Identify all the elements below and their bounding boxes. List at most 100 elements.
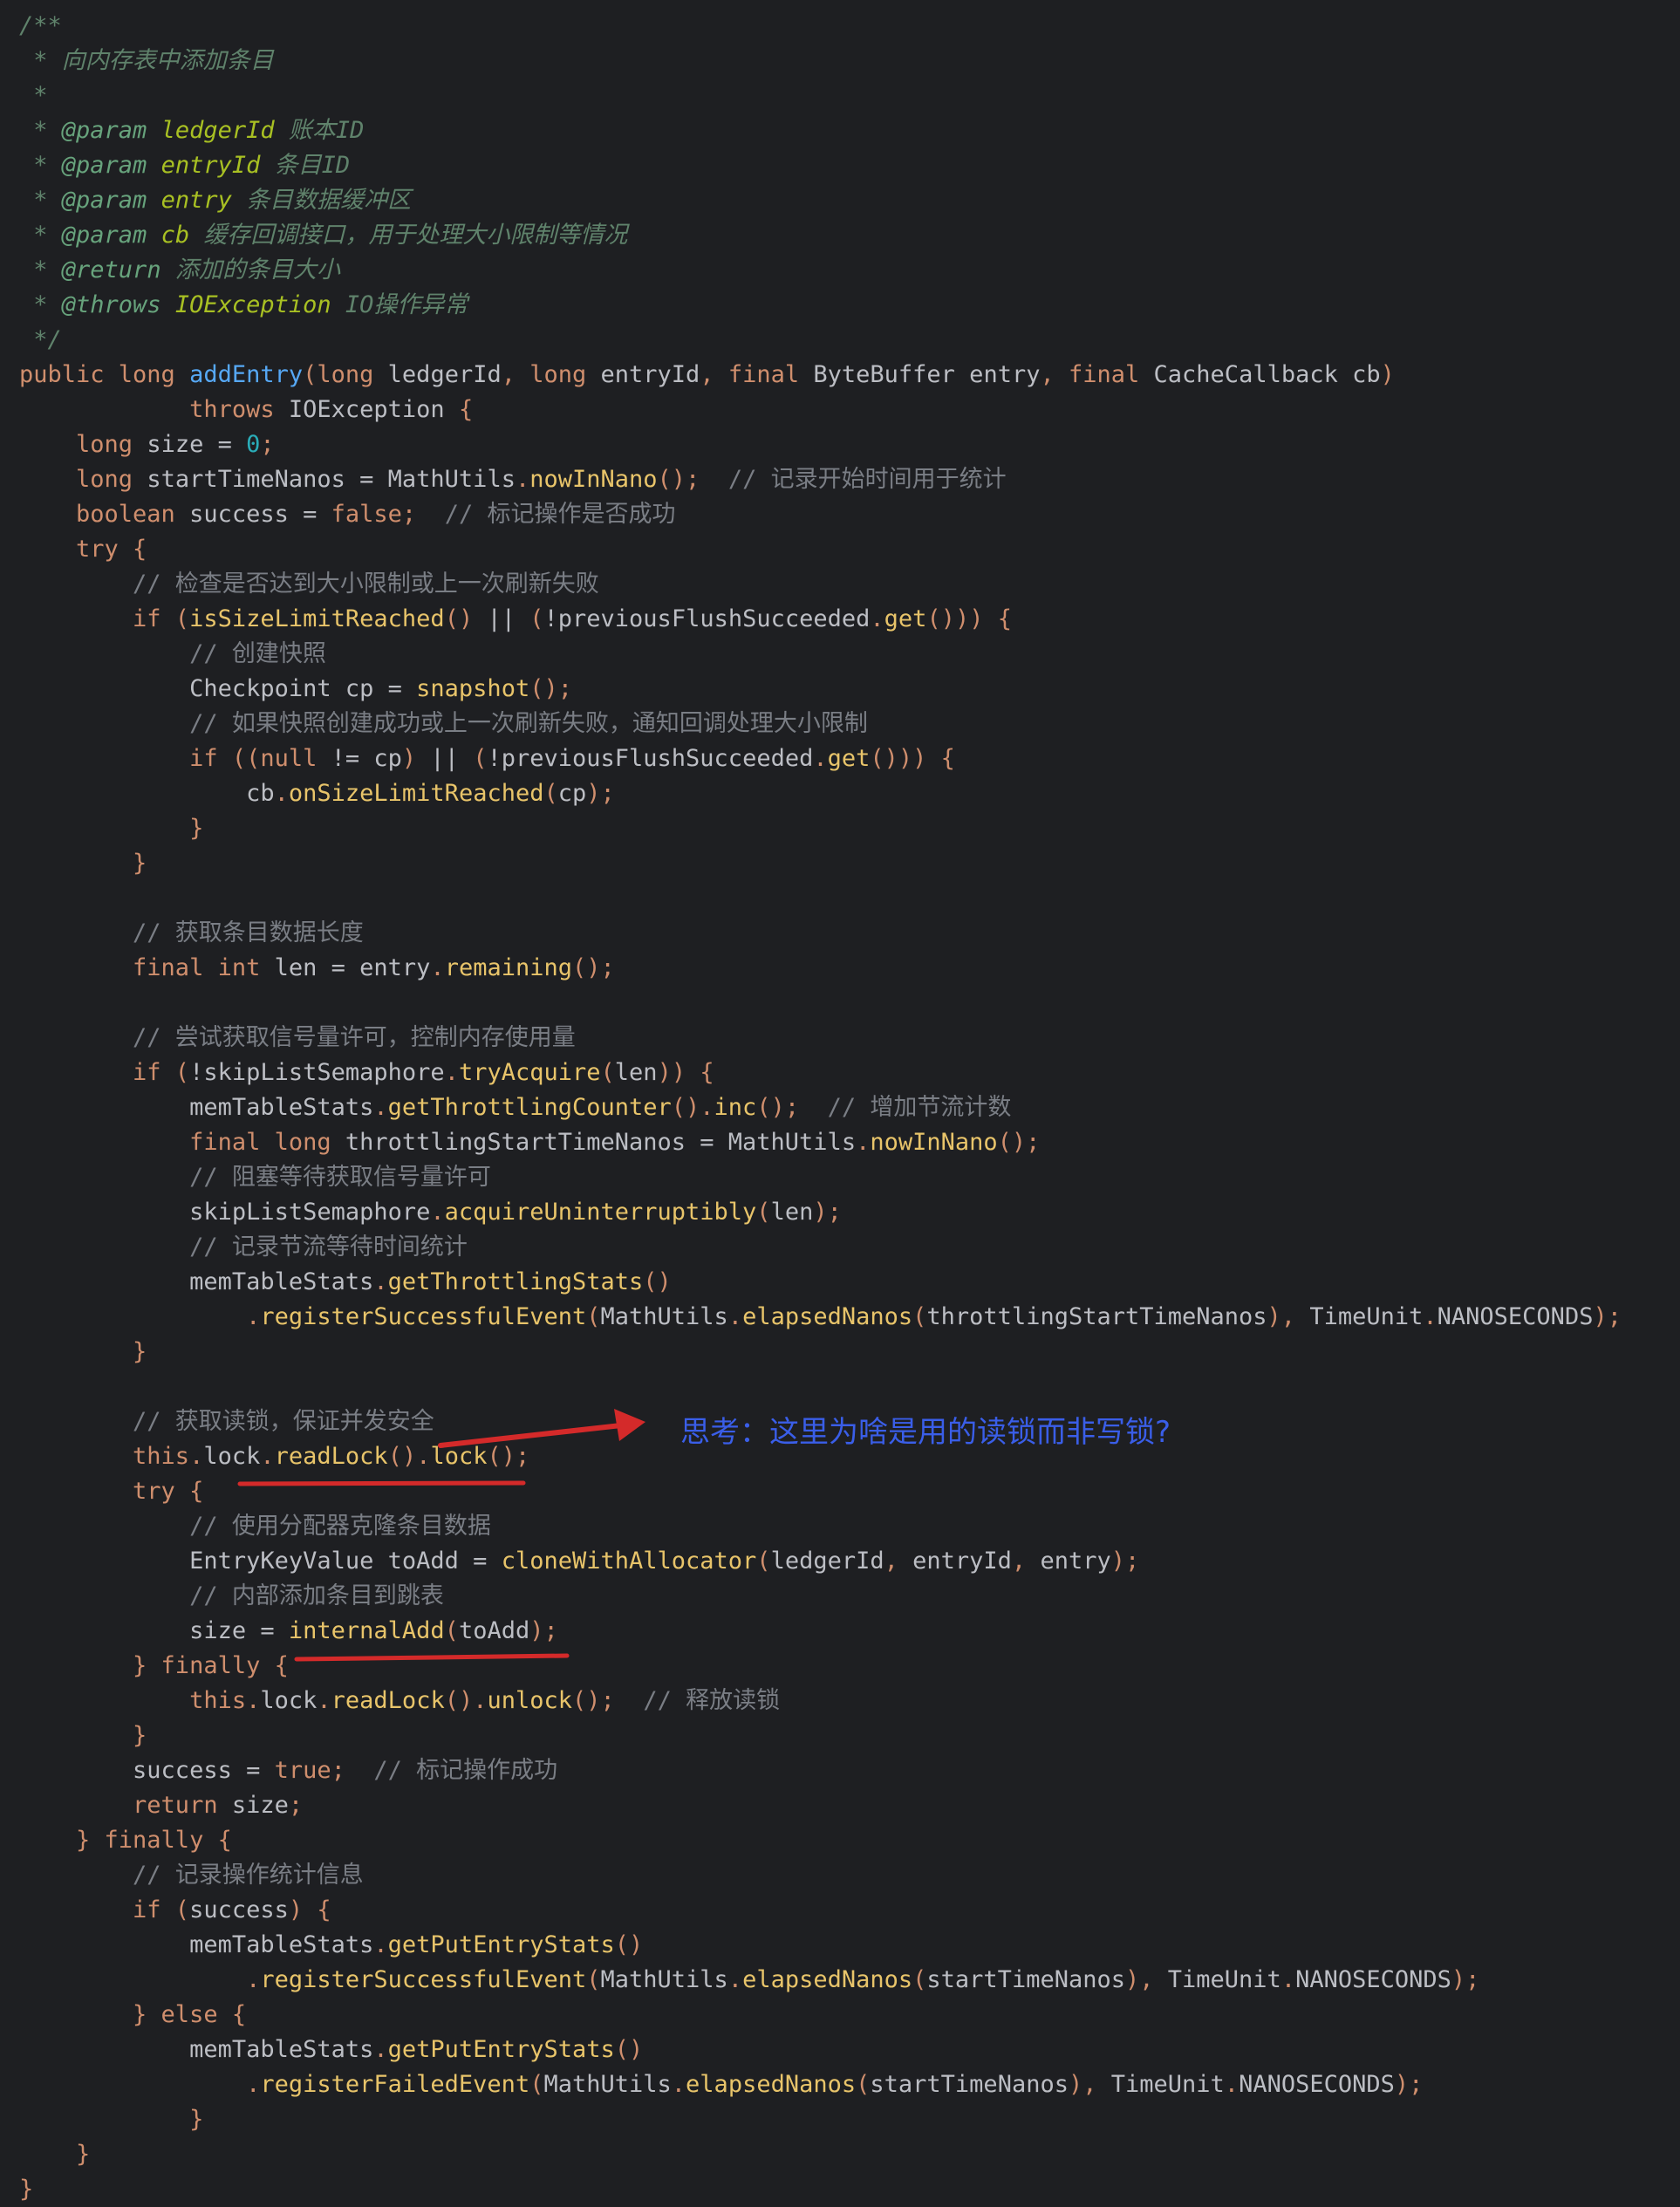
code-token: // 记录开始时间用于统计	[700, 466, 1007, 493]
code-token: *	[19, 117, 62, 144]
code-line: * @param entry 条目数据缓冲区	[19, 183, 1622, 218]
code-token: TimeUnit	[1110, 2071, 1225, 2098]
code-token: readLock	[331, 1687, 445, 1714]
code-token: .	[444, 1059, 459, 1086]
code-line: /**	[19, 9, 1622, 44]
code-line: * @param ledgerId 账本ID	[19, 113, 1622, 148]
code-token: ledgerId	[147, 117, 275, 144]
code-token: snapshot	[416, 675, 530, 702]
code-token: .	[813, 745, 828, 772]
code-token: ()	[643, 1268, 672, 1295]
code-token: entry	[147, 187, 232, 214]
code-line: if (isSizeLimitReached() || (!previousFl…	[19, 602, 1622, 637]
code-token: acquireUninterruptibly	[444, 1199, 757, 1226]
code-line: memTableStats.getPutEntryStats()	[19, 2033, 1622, 2067]
code-token: long	[19, 466, 147, 493]
code-token: ,	[1011, 1548, 1041, 1575]
code-token: .	[260, 1443, 275, 1470]
code-token: !previousFlushSucceeded	[487, 745, 814, 772]
code-token: registerFailedEvent	[260, 2071, 530, 2098]
code-line: success = true; // 标记操作成功	[19, 1753, 1622, 1788]
code-token: size =	[19, 1617, 289, 1644]
code-token: get	[884, 605, 927, 632]
code-token: .	[373, 1094, 388, 1121]
code-token: unlock	[487, 1687, 573, 1714]
code-token: if ((null	[19, 745, 331, 772]
code-token: *	[19, 82, 48, 109]
code-line: }	[19, 2102, 1622, 2137]
code-token: ledgerId	[770, 1548, 884, 1575]
code-block[interactable]: /** * 向内存表中添加条目 * * @param ledgerId 账本ID…	[19, 9, 1622, 2207]
code-line: * 向内存表中添加条目	[19, 44, 1622, 79]
code-line: try {	[19, 532, 1622, 567]
code-token: *	[19, 256, 62, 284]
code-token: public long	[19, 361, 190, 388]
code-token: }	[19, 850, 147, 877]
code-token: ),	[1068, 2071, 1111, 2098]
code-token: if (	[19, 1896, 190, 1923]
code-line: .registerFailedEvent(MathUtils.elapsedNa…	[19, 2067, 1622, 2102]
code-line: * @param cb 缓存回调接口，用于处理大小限制等情况	[19, 218, 1622, 253]
code-token: throttlingStartTimeNanos = MathUtils	[345, 1129, 857, 1156]
code-token: ().	[671, 1094, 714, 1121]
code-token: !skipListSemaphore	[189, 1059, 445, 1086]
code-token: // 内部添加条目到跳表	[19, 1582, 444, 1609]
code-line: // 检查是否达到大小限制或上一次刷新失败	[19, 567, 1622, 602]
code-token: (	[856, 2071, 871, 2098]
code-token: len	[614, 1059, 658, 1086]
code-token: entryId	[600, 361, 700, 388]
code-token: try {	[19, 1478, 204, 1505]
code-line: * @return 添加的条目大小	[19, 253, 1622, 288]
code-token: } else {	[19, 2001, 247, 2028]
code-token: false;	[331, 501, 417, 528]
code-token: }	[19, 2106, 204, 2133]
code-token: );	[1593, 1303, 1622, 1330]
code-token: ()	[614, 2036, 644, 2063]
code-token: (	[543, 780, 558, 807]
code-token: .	[373, 2036, 388, 2063]
annotation-note: 思考：这里为啥是用的读锁而非写锁?	[680, 1415, 1171, 1450]
code-token: .	[19, 1303, 261, 1330]
code-token: readLock	[274, 1443, 388, 1470]
code-line: if (success) {	[19, 1893, 1622, 1928]
code-token: // 标记操作成功	[345, 1757, 558, 1784]
code-line: skipListSemaphore.acquireUninterruptibly…	[19, 1195, 1622, 1230]
code-token: final long	[19, 1129, 345, 1156]
code-token: // 释放读锁	[614, 1687, 781, 1714]
code-token: (	[303, 361, 318, 388]
code-token: elapsedNanos	[686, 2071, 857, 2098]
code-editor[interactable]: /** * 向内存表中添加条目 * * @param ledgerId 账本ID…	[0, 0, 1680, 2203]
code-token: (	[912, 1303, 927, 1330]
code-token: startTimeNanos = MathUtils	[147, 466, 516, 493]
code-token: if (	[19, 1059, 190, 1086]
code-token: }	[19, 2141, 91, 2168]
code-token: getPutEntryStats	[387, 2036, 615, 2063]
code-token: TimeUnit	[1309, 1303, 1424, 1330]
code-token: lock	[430, 1443, 488, 1470]
code-token: size	[231, 1792, 289, 1819]
code-token: // 尝试获取信号量许可，控制内存使用量	[19, 1024, 576, 1051]
code-token: )) {	[657, 1059, 714, 1086]
code-token: (	[756, 1548, 771, 1575]
code-token: .	[19, 2071, 261, 2098]
code-token: .	[856, 1129, 871, 1156]
code-token: 条目数据缓冲区	[231, 187, 412, 214]
code-line: } finally {	[19, 1649, 1622, 1684]
code-token: toAdd	[458, 1617, 530, 1644]
code-token: MathUtils	[600, 1303, 728, 1330]
code-line: this.lock.readLock().unlock(); // 释放读锁	[19, 1684, 1622, 1718]
code-token: IOException	[160, 291, 331, 318]
code-token: getPutEntryStats	[387, 1931, 615, 1958]
code-token: // 记录操作统计信息	[19, 1862, 364, 1889]
code-token: // 创建快照	[19, 640, 326, 667]
code-token: (	[600, 1059, 615, 1086]
code-token: cp	[557, 780, 587, 807]
code-token: (	[756, 1199, 771, 1226]
code-token: .	[430, 954, 445, 981]
code-token: IOException	[288, 396, 459, 423]
code-token: ledgerId	[387, 361, 502, 388]
code-token: ;	[288, 1792, 304, 1819]
code-token: ();	[572, 954, 615, 981]
code-token: *	[19, 152, 62, 179]
